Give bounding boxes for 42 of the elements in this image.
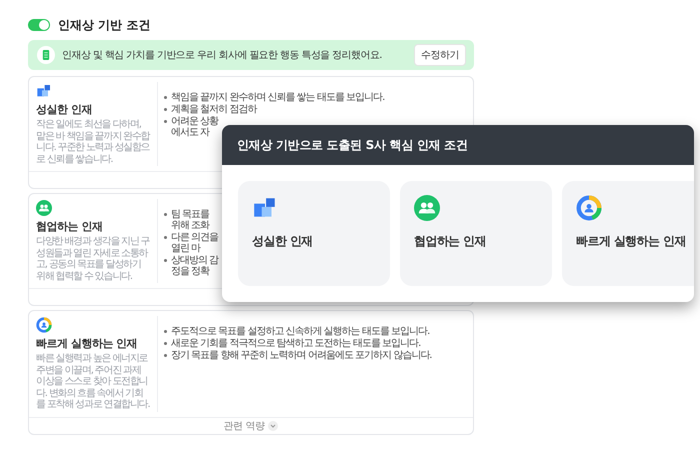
bullet-icon <box>164 236 167 239</box>
talent-card[interactable]: 성실한 인재 <box>238 181 390 286</box>
document-icon <box>37 46 55 64</box>
chevron-down-icon <box>268 420 278 430</box>
criterion-title: 성실한 인재 <box>36 103 93 117</box>
banner-text: 인재상 및 핵심 가치를 기반으로 우리 회사에 필요한 행동 특성을 정리했어요. <box>62 49 383 62</box>
bullet-icon <box>164 354 167 357</box>
criterion-title: 협업하는 인재 <box>36 220 104 234</box>
talent-title: 성실한 인재 <box>252 233 314 250</box>
bullet-text: 주도적으로 목표를 설정하고 신속하게 실행하는 태도를 보입니다. <box>171 326 430 337</box>
bullet-text: 계획을 철저히 점검하 <box>171 104 256 115</box>
related-skills-toggle[interactable]: 관련 역량 <box>224 418 278 432</box>
bullet-icon <box>164 120 167 123</box>
section-title: 인재상 기반 조건 <box>58 16 150 34</box>
person-ring-icon <box>576 195 602 221</box>
toggle-switch[interactable] <box>28 19 50 31</box>
people-icon <box>36 200 52 216</box>
bullet-text: 팀 목표를 위해 조화 <box>171 209 211 231</box>
bullet-text: 다른 의견을 열린 마 <box>171 232 219 254</box>
bullet-icon <box>164 330 167 333</box>
criterion-title: 빠르게 실행하는 인재 <box>36 337 138 351</box>
talent-card[interactable]: 빠르게 실행하는 인재 <box>562 181 694 286</box>
bullet-icon <box>164 213 167 216</box>
criterion-description: 작은 일에도 최선을 다하며, 맡은 바 책임을 끝까지 완수합니다. 꾸준한 노력과 성실함으로 신뢰를 쌓습니다. <box>36 119 150 165</box>
bullet-text: 장기 목표를 향해 꾸준히 노력하며 어려움에도 포기하지 않습니다. <box>171 350 432 361</box>
bullet-icon <box>164 342 167 345</box>
talent-title: 협업하는 인재 <box>414 233 487 250</box>
edit-button[interactable]: 수정하기 <box>414 44 466 66</box>
talent-card[interactable]: 협업하는 인재 <box>400 181 552 286</box>
people-icon <box>414 195 440 221</box>
bullet-icon <box>164 259 167 262</box>
popup-title: 인재상 기반으로 도출된 S사 핵심 인재 조건 <box>222 125 694 165</box>
bullet-text: 어려운 상황에서도 자 <box>171 116 219 138</box>
talent-title: 빠르게 실행하는 인재 <box>576 233 687 250</box>
bullet-text: 새로운 기회를 적극적으로 탐색하고 도전하는 태도를 보입니다. <box>171 338 420 349</box>
bullet-text: 책임을 끝까지 완수하며 신뢰를 쌓는 태도를 보입니다. <box>171 92 384 103</box>
bullet-text: 상대방의 감정을 정확 <box>171 255 219 277</box>
bullet-icon <box>164 96 167 99</box>
bullet-icon <box>164 108 167 111</box>
criterion-description: 다양한 배경과 생각을 지닌 구성원들과 열린 자세로 소통하고, 공동의 목표를 달성하기 위해 협력할 수 있습니다. <box>36 236 150 282</box>
person-ring-icon <box>36 317 52 333</box>
criterion-description: 빠른 실행력과 높은 에너지로 주변을 이끌며, 주어진 과제 이상을 스스로 찾아 도전합니다. 변화의 흐름 속에서 기회를 포착해 성과로 연결합니다. <box>36 353 150 410</box>
